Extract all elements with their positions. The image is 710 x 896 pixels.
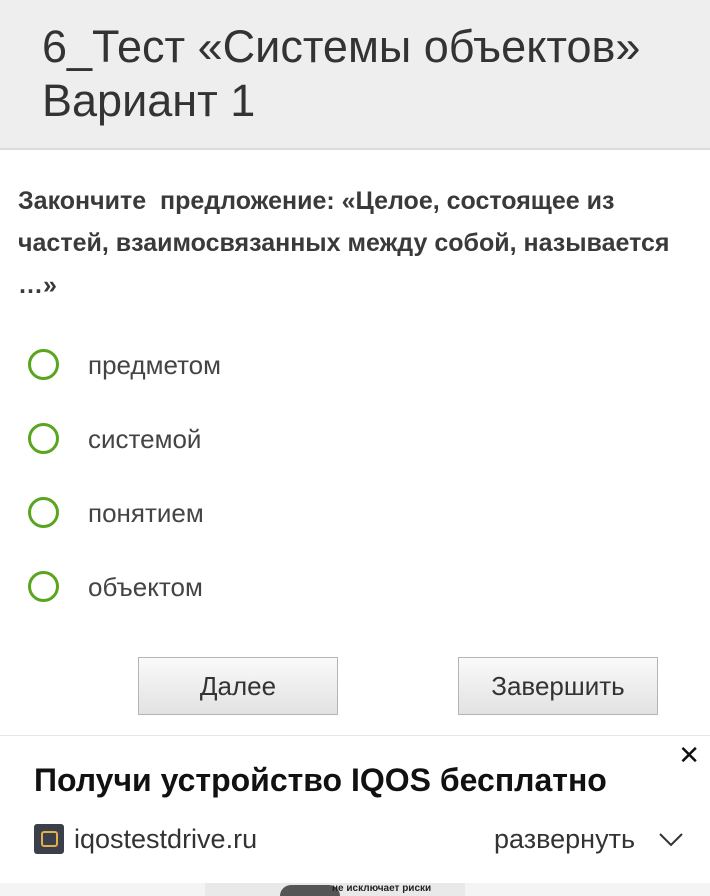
ad-title[interactable]: Получи устройство IQOS бесплатно — [34, 760, 607, 800]
answer-option-label: предметом — [88, 350, 222, 380]
answer-option-3[interactable]: понятием — [26, 495, 426, 535]
next-button[interactable]: Далее — [138, 657, 338, 715]
answer-option-label: системой — [88, 424, 202, 454]
ad-domain[interactable]: iqostestdrive.ru — [74, 822, 257, 856]
answer-option-label: объектом — [88, 572, 203, 602]
finish-button[interactable]: Завершить — [458, 657, 658, 715]
expand-link[interactable]: развернуть — [494, 822, 635, 856]
background-content-peek: не исключает риски — [0, 883, 710, 896]
header: 6_Тест «Системы объектов» Вариант 1 — [0, 0, 710, 150]
background-image-shape — [280, 885, 340, 896]
answer-option-label: понятием — [88, 498, 204, 528]
radio-button[interactable] — [28, 423, 59, 454]
answer-option-4[interactable]: объектом — [26, 569, 426, 609]
question-text: Закончите предложение: «Целое, состоящее… — [18, 187, 677, 299]
radio-button[interactable] — [28, 349, 59, 380]
answer-option-1[interactable]: предметом — [26, 347, 426, 387]
close-icon[interactable]: ✕ — [678, 742, 700, 768]
site-favicon-icon — [34, 824, 64, 854]
answer-option-2[interactable]: системой — [26, 421, 426, 461]
radio-button[interactable] — [28, 571, 59, 602]
page-title: 6_Тест «Системы объектов» Вариант 1 — [42, 21, 641, 126]
chevron-down-icon[interactable] — [658, 832, 684, 848]
background-text: не исключает риски — [332, 883, 432, 894]
ad-banner[interactable]: ✕ Получи устройство IQOS бесплатно iqost… — [0, 735, 710, 883]
radio-button[interactable] — [28, 497, 59, 528]
